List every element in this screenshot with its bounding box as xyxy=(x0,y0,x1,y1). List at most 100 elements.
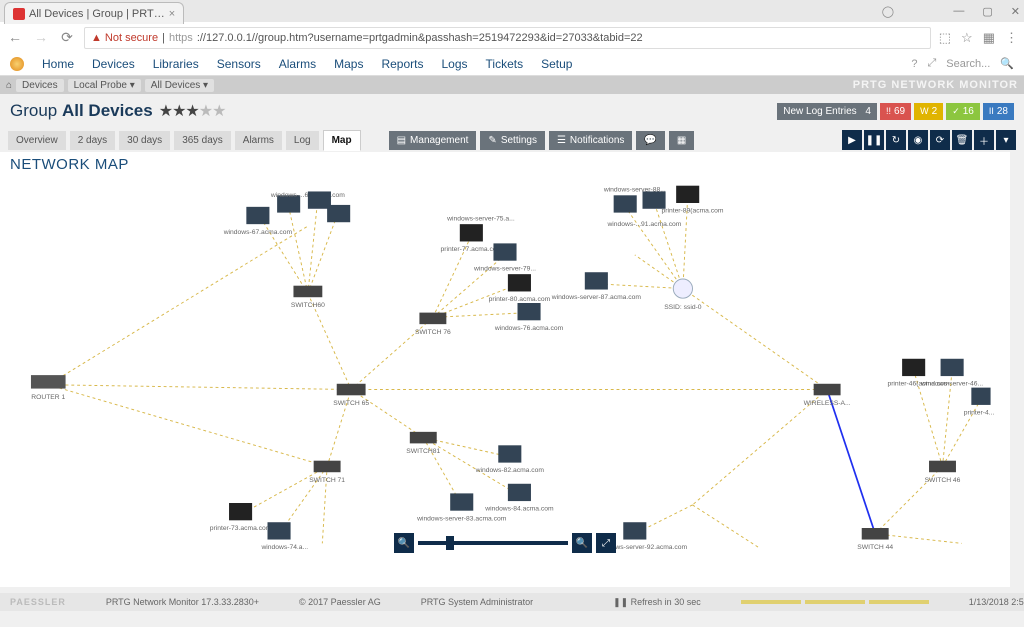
refresh-icon[interactable]: ↻ xyxy=(886,130,906,150)
logo-icon[interactable] xyxy=(10,57,24,71)
priority-stars[interactable]: ★★★★★ xyxy=(159,101,226,121)
profile-icon[interactable]: ◯ xyxy=(882,5,894,18)
nav-maps[interactable]: Maps xyxy=(334,57,363,71)
nav-logs[interactable]: Logs xyxy=(441,57,467,71)
node-winsvr46[interactable]: windows-server-46... xyxy=(920,359,983,388)
search-input[interactable]: Search... xyxy=(946,58,990,70)
address-bar: ← → ⟳ ▲ Not secure | https://127.0.0.1//… xyxy=(0,24,1024,52)
play-icon[interactable]: ▶ xyxy=(842,130,862,150)
horizontal-scrollbar[interactable] xyxy=(0,611,1024,627)
nav-sensors[interactable]: Sensors xyxy=(217,57,261,71)
new-log-badge[interactable]: New Log Entries 4 xyxy=(777,103,877,120)
action-chat-icon[interactable]: 💬 xyxy=(636,131,664,150)
tab-30days[interactable]: 30 days xyxy=(119,131,170,150)
node-wireless[interactable]: WIRELESS-A... xyxy=(804,384,851,407)
not-secure-badge[interactable]: ▲ Not secure xyxy=(91,32,158,44)
node-ssid[interactable]: SSID: ssid-0 xyxy=(664,279,702,311)
status-refresh[interactable]: ❚❚ Refresh in 30 sec xyxy=(613,597,701,608)
node-switch60[interactable]: SWITCH60 xyxy=(291,286,325,309)
node-switch44[interactable]: SWITCH 44 xyxy=(857,528,893,551)
add-icon[interactable]: ＋ xyxy=(974,130,994,150)
nav-tickets[interactable]: Tickets xyxy=(486,57,524,71)
extension-icon[interactable]: ▦ xyxy=(983,30,995,46)
action-qr-icon[interactable]: ▦ xyxy=(669,131,694,150)
download-icon[interactable]: ⬚ xyxy=(939,30,951,46)
close-icon[interactable]: ✕ xyxy=(1011,5,1020,18)
zoom-slider[interactable] xyxy=(418,541,568,545)
fit-icon[interactable]: ⤢ xyxy=(596,533,616,553)
crumb-devices[interactable]: Devices xyxy=(16,79,64,92)
crumb-all-devices[interactable]: All Devices ▾ xyxy=(145,79,214,92)
tab-map[interactable]: Map xyxy=(323,130,361,151)
home-icon[interactable]: ⌂ xyxy=(6,80,12,91)
star-icon[interactable]: ☆ xyxy=(961,30,973,46)
crumb-probe[interactable]: Local Probe ▾ xyxy=(68,79,141,92)
tab-close-icon[interactable]: × xyxy=(169,8,175,20)
tab-overview[interactable]: Overview xyxy=(8,131,66,150)
snapshot-icon[interactable]: ◉ xyxy=(908,130,928,150)
tab-log[interactable]: Log xyxy=(286,131,319,150)
more-icon[interactable]: ▾ xyxy=(996,130,1016,150)
node-switch81[interactable]: SWITCH81 xyxy=(406,432,440,455)
menu-icon[interactable]: ⋮ xyxy=(1005,30,1018,46)
node-prn89[interactable]: printer-89(acma.com xyxy=(662,186,724,215)
forward-icon[interactable]: → xyxy=(32,29,50,47)
action-settings[interactable]: ✎ Settings xyxy=(480,131,545,150)
tab-alarms[interactable]: Alarms xyxy=(235,131,282,150)
nav-libraries[interactable]: Libraries xyxy=(153,57,199,71)
zoom-out-icon[interactable]: 🔍 xyxy=(394,533,414,553)
node-winsvr87[interactable]: windows-server-87.acma.com xyxy=(551,272,642,301)
rescan-icon[interactable]: ⟳ xyxy=(930,130,950,150)
tab-2days[interactable]: 2 days xyxy=(70,131,115,150)
nav-home[interactable]: Home xyxy=(42,57,74,71)
status-copyright: © 2017 Paessler AG xyxy=(299,597,381,607)
node-prn80[interactable]: printer-80.acma.com xyxy=(489,274,551,303)
node-win74[interactable]: windows-74.a... xyxy=(260,522,308,551)
ok-badge[interactable]: ✓16 xyxy=(946,103,980,120)
url-input[interactable]: ▲ Not secure | https://127.0.0.1//group.… xyxy=(84,27,931,49)
nav-alarms[interactable]: Alarms xyxy=(279,57,316,71)
node-win76[interactable]: windows-76.acma.com xyxy=(494,303,564,332)
node-win82[interactable]: windows-82.acma.com xyxy=(475,445,545,474)
tab-row: Overview 2 days 30 days 365 days Alarms … xyxy=(0,128,1024,152)
node-switch46[interactable]: SWITCH 46 xyxy=(925,461,961,484)
node-win73[interactable]: printer-73.acma.com xyxy=(210,503,272,532)
svg-text:printer-80.acma.com: printer-80.acma.com xyxy=(489,296,551,303)
svg-text:windows-server-75.a...: windows-server-75.a... xyxy=(446,215,515,222)
action-management[interactable]: ▤ Management xyxy=(389,131,477,150)
svg-text:SWITCH 76: SWITCH 76 xyxy=(415,329,451,336)
maximize-icon[interactable]: ▢ xyxy=(982,5,992,18)
minimize-icon[interactable]: — xyxy=(953,5,964,17)
svg-text:windows-76.acma.com: windows-76.acma.com xyxy=(494,325,564,332)
reload-icon[interactable]: ⟳ xyxy=(58,29,76,47)
search-icon[interactable]: 🔍 xyxy=(1000,57,1014,70)
paused-badge[interactable]: II28 xyxy=(983,103,1014,120)
zoom-in-icon[interactable]: 🔍 xyxy=(572,533,592,553)
node-router1[interactable]: ROUTER 1 xyxy=(31,375,66,401)
collapse-icon[interactable]: ⤢ xyxy=(927,57,936,70)
delete-icon[interactable]: 🗑 xyxy=(952,130,972,150)
breadcrumb: ⌂ Devices Local Probe ▾ All Devices ▾ PR… xyxy=(0,76,1024,94)
nav-devices[interactable]: Devices xyxy=(92,57,135,71)
help-icon[interactable]: ? xyxy=(911,58,917,70)
svg-text:windows-82.acma.com: windows-82.acma.com xyxy=(475,467,545,474)
node-switch71[interactable]: SWITCH 71 xyxy=(309,461,345,484)
nav-reports[interactable]: Reports xyxy=(381,57,423,71)
node-switch65[interactable]: SWITCH 65 xyxy=(333,384,369,407)
node-prn77[interactable]: printer-77.acma.com xyxy=(441,224,503,253)
nav-setup[interactable]: Setup xyxy=(541,57,572,71)
node-win84[interactable]: windows-84.acma.com xyxy=(484,484,554,513)
warning-badge[interactable]: W2 xyxy=(914,103,943,120)
svg-text:ROUTER 1: ROUTER 1 xyxy=(31,394,65,401)
svg-text:WIRELESS-A...: WIRELESS-A... xyxy=(804,400,851,407)
pause-icon[interactable]: ❚❚ xyxy=(864,130,884,150)
action-notifications[interactable]: ☰ Notifications xyxy=(549,131,632,150)
node-switch76[interactable]: SWITCH 76 xyxy=(415,313,451,336)
browser-tab[interactable]: All Devices | Group | PRT… × xyxy=(4,2,184,24)
network-map[interactable]: ROUTER 1 SWITCH60 SWITCH 65 SWITCH 71 SW… xyxy=(0,178,1010,553)
tab-365days[interactable]: 365 days xyxy=(174,131,231,150)
alarm-badge[interactable]: !!69 xyxy=(880,103,911,120)
node-prn40[interactable]: printer-4... xyxy=(964,388,995,417)
back-icon[interactable]: ← xyxy=(6,29,24,47)
node-ws2[interactable] xyxy=(327,205,350,222)
